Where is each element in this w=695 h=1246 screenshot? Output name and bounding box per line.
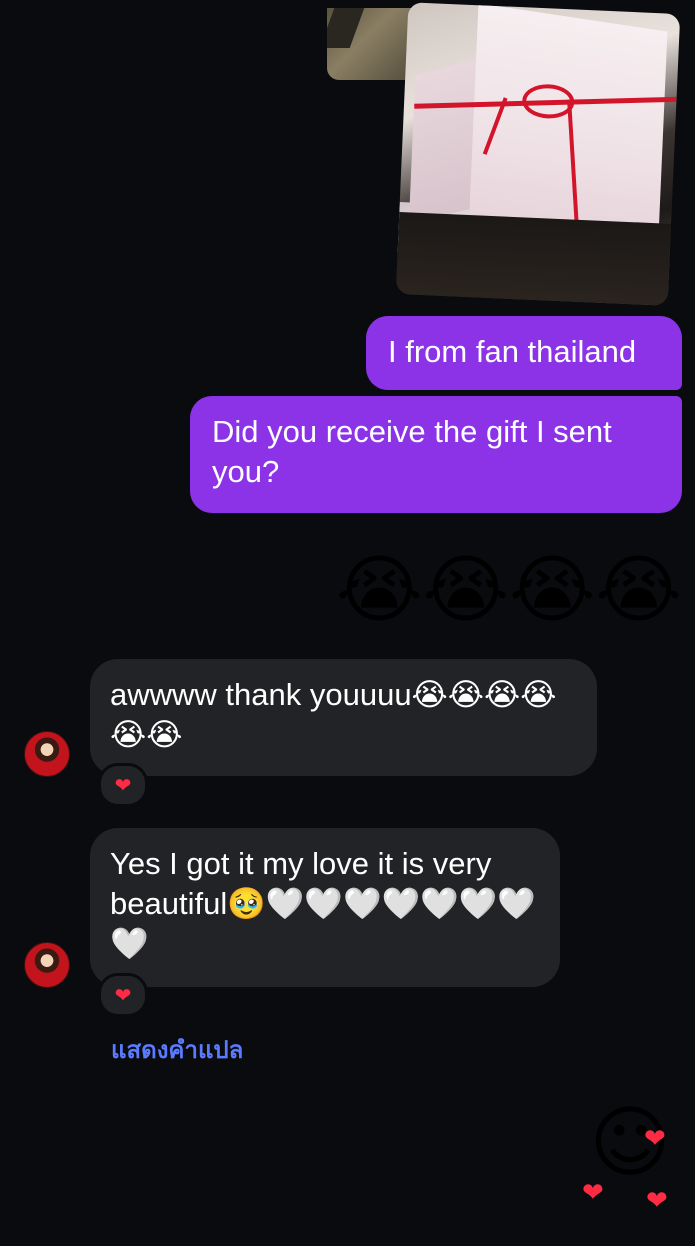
photo-bag [395, 212, 672, 306]
crying-face-emoji: 😭😭😭😭 [336, 547, 682, 633]
message-text: awwww thank youuuu😭😭😭😭😭😭 [110, 677, 557, 752]
heart-reaction[interactable]: ❤ [98, 763, 148, 807]
message-text: Did you receive the gift I sent you? [212, 414, 612, 489]
heart-icon: ❤ [582, 1178, 604, 1208]
see-translation-link[interactable]: แสดงคำแปล [111, 1030, 243, 1069]
incoming-message-bubble[interactable]: awwww thank youuuu😭😭😭😭😭😭 [90, 659, 597, 776]
sender-avatar[interactable] [24, 942, 70, 988]
smiling-face-with-hearts-sticker[interactable]: ☺ ❤ ❤ ❤ [580, 1098, 680, 1216]
heart-icon: ❤ [646, 1186, 668, 1216]
outgoing-emoji-message[interactable]: 😭😭😭😭 [270, 540, 682, 640]
sender-avatar[interactable] [24, 731, 70, 777]
outgoing-message-bubble[interactable]: I from fan thailand [366, 316, 682, 390]
heart-icon: ❤ [114, 983, 132, 1007]
heart-icon: ❤ [114, 773, 132, 797]
heart-reaction[interactable]: ❤ [98, 973, 148, 1017]
message-text: Yes I got it my love it is very beautifu… [110, 846, 536, 961]
outgoing-message-bubble[interactable]: Did you receive the gift I sent you? [190, 396, 682, 513]
message-text: I from fan thailand [388, 334, 637, 369]
incoming-message-bubble[interactable]: Yes I got it my love it is very beautifu… [90, 828, 560, 987]
gift-photo-attachment[interactable] [395, 2, 681, 306]
